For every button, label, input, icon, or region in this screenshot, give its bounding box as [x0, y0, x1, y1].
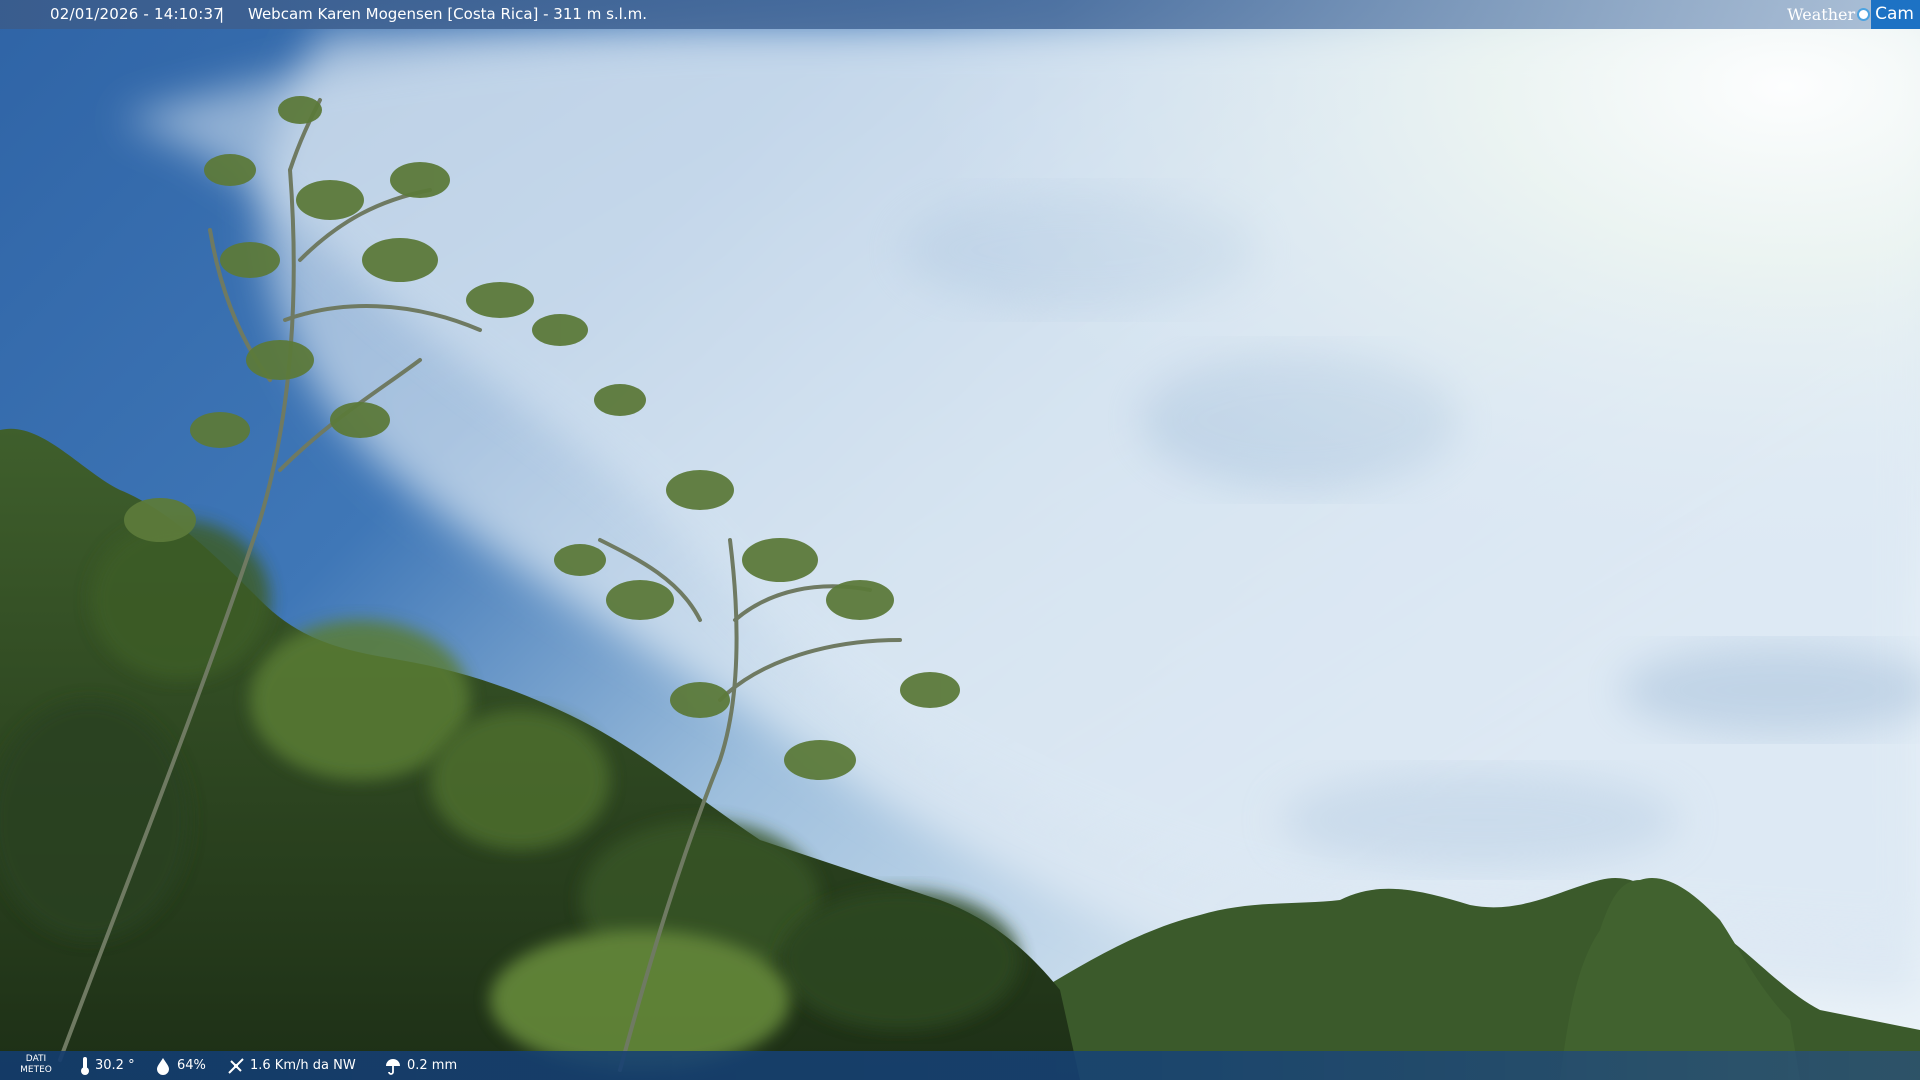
- logo-dot-icon: [1857, 8, 1871, 21]
- logo-cam-text: Cam: [1871, 0, 1920, 29]
- weather-data-label: DATI METEO: [18, 1054, 54, 1076]
- webcam-title: Webcam Karen Mogensen [Costa Rica] - 311…: [248, 5, 647, 23]
- weather-label-line2: METEO: [20, 1065, 52, 1075]
- wind-icon: [228, 1057, 244, 1074]
- weather-data-bar: DATI METEO 30.2 ° 64% 1.6 Km/h da NW 0.2…: [0, 1051, 1920, 1080]
- temperature-reading: 30.2 °: [80, 1051, 135, 1080]
- timestamp: 02/01/2026 - 14:10:37: [50, 5, 223, 23]
- wind-reading: 1.6 Km/h da NW: [227, 1051, 356, 1080]
- header-separator: |: [219, 5, 225, 23]
- logo-weather-text: Weather: [1787, 5, 1856, 24]
- webcam-header-bar: 02/01/2026 - 14:10:37 | Webcam Karen Mog…: [0, 0, 1920, 29]
- humidity-value: 64%: [177, 1058, 206, 1073]
- rain-icon: [386, 1058, 400, 1075]
- weathercam-logo: Weather Cam: [1787, 0, 1920, 29]
- rain-value: 0.2 mm: [407, 1058, 458, 1073]
- humidity-reading: 64%: [154, 1051, 206, 1080]
- webcam-frame: 02/01/2026 - 14:10:37 | Webcam Karen Mog…: [0, 0, 1920, 1080]
- rain-reading: 0.2 mm: [384, 1051, 457, 1080]
- thermometer-icon: [81, 1056, 89, 1075]
- humidity-icon: [157, 1057, 169, 1075]
- wind-value: 1.6 Km/h da NW: [250, 1058, 356, 1073]
- weather-label-line1: DATI: [25, 1054, 47, 1064]
- webcam-image: [0, 0, 1920, 1080]
- temperature-value: 30.2 °: [95, 1058, 135, 1073]
